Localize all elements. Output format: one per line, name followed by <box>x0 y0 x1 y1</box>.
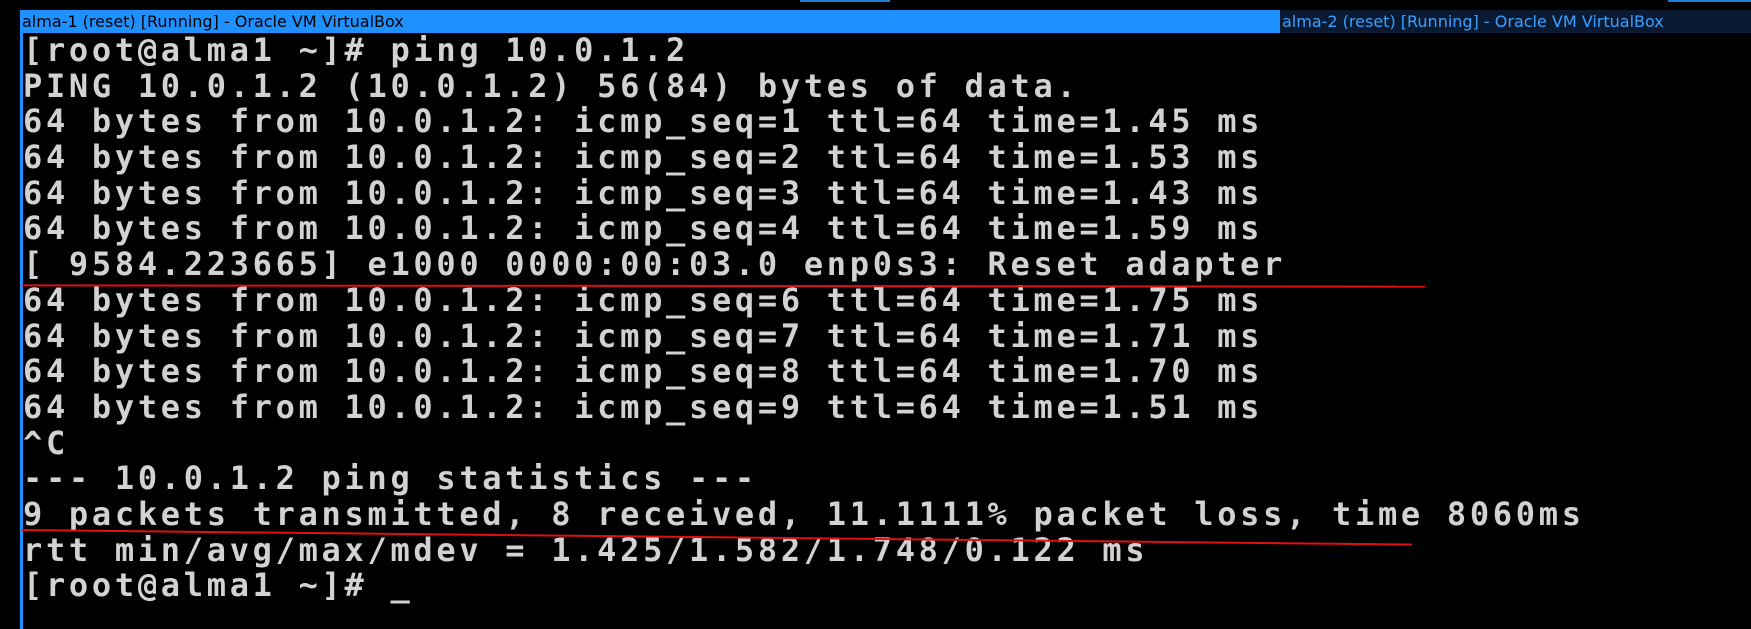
window-title-alma-2[interactable]: alma-2 (reset) [Running] - Oracle VM Vir… <box>1280 10 1751 33</box>
terminal-line-kernel-message: [ 9584.223665] e1000 0000:00:03.0 enp0s3… <box>23 245 1287 284</box>
top-decoration <box>1668 0 1751 5</box>
terminal-line: ^C <box>23 423 69 462</box>
top-decoration <box>800 0 890 5</box>
terminal-line: 64 bytes from 10.0.1.2: icmp_seq=3 ttl=6… <box>23 173 1264 212</box>
terminal-line: 64 bytes from 10.0.1.2: icmp_seq=1 ttl=6… <box>23 102 1264 141</box>
terminal-line: --- 10.0.1.2 ping statistics --- <box>23 459 758 498</box>
terminal-line: 64 bytes from 10.0.1.2: icmp_seq=8 ttl=6… <box>23 352 1264 391</box>
terminal-line: 64 bytes from 10.0.1.2: icmp_seq=4 ttl=6… <box>23 209 1264 248</box>
terminal-line: 64 bytes from 10.0.1.2: icmp_seq=9 ttl=6… <box>23 387 1264 426</box>
terminal-prompt[interactable]: [root@alma1 ~]# _ <box>23 568 1751 604</box>
terminal-line: 64 bytes from 10.0.1.2: icmp_seq=6 ttl=6… <box>23 280 1264 319</box>
terminal-line: PING 10.0.1.2 (10.0.1.2) 56(84) bytes of… <box>23 66 1080 105</box>
terminal-line: 64 bytes from 10.0.1.2: icmp_seq=7 ttl=6… <box>23 316 1264 355</box>
window-title-alma-1[interactable]: alma-1 (reset) [Running] - Oracle VM Vir… <box>20 10 1280 33</box>
terminal-line: 64 bytes from 10.0.1.2: icmp_seq=2 ttl=6… <box>23 138 1264 177</box>
terminal-line: [root@alma1 ~]# ping 10.0.1.2 <box>23 31 690 69</box>
screen: alma-1 (reset) [Running] - Oracle VM Vir… <box>0 0 1751 629</box>
terminal-line-packet-summary: 9 packets transmitted, 8 received, 11.11… <box>23 494 1585 533</box>
